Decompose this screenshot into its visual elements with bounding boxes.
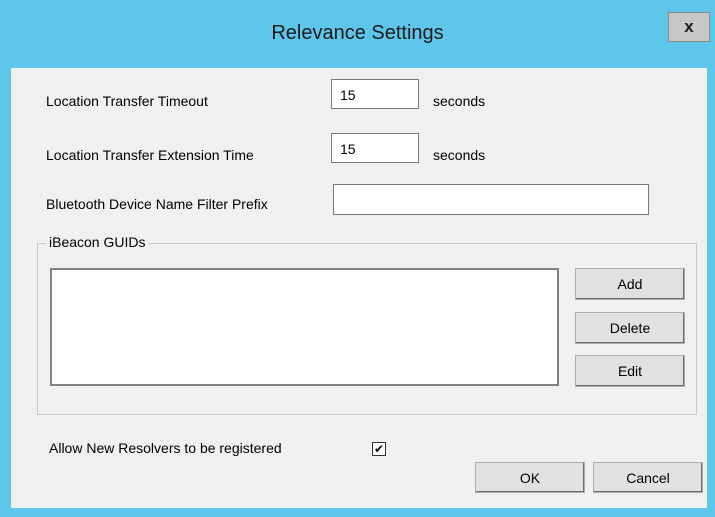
delete-guid-button[interactable]: Delete <box>575 312 685 344</box>
ibeacon-guids-list[interactable] <box>50 268 559 386</box>
dialog-body: Location Transfer Timeout seconds Locati… <box>11 68 707 508</box>
cancel-button[interactable]: Cancel <box>593 462 703 493</box>
ibeacon-guids-legend: iBeacon GUIDs <box>46 234 149 250</box>
edit-guid-button[interactable]: Edit <box>575 355 685 387</box>
location-transfer-timeout-label: Location Transfer Timeout <box>46 93 208 109</box>
location-transfer-extension-time-label: Location Transfer Extension Time <box>46 147 254 163</box>
location-transfer-extension-time-input[interactable] <box>331 133 419 163</box>
location-transfer-timeout-input[interactable] <box>331 79 419 109</box>
bluetooth-filter-prefix-label: Bluetooth Device Name Filter Prefix <box>46 196 268 212</box>
checkmark-icon: ✔ <box>373 442 385 456</box>
title-bar[interactable]: Relevance Settings x <box>0 0 715 68</box>
dialog-title: Relevance Settings <box>271 22 444 44</box>
add-guid-button[interactable]: Add <box>575 268 685 300</box>
bluetooth-filter-prefix-input[interactable] <box>333 184 649 215</box>
location-transfer-extension-time-unit: seconds <box>433 147 486 163</box>
close-button[interactable]: x <box>668 12 710 42</box>
relevance-settings-dialog: Relevance Settings x Location Transfer T… <box>0 0 715 517</box>
location-transfer-timeout-unit: seconds <box>433 93 486 109</box>
allow-new-resolvers-label: Allow New Resolvers to be registered <box>49 440 282 456</box>
allow-new-resolvers-checkbox[interactable]: ✔ <box>372 442 386 456</box>
close-icon: x <box>684 17 694 36</box>
ok-button[interactable]: OK <box>475 462 585 493</box>
